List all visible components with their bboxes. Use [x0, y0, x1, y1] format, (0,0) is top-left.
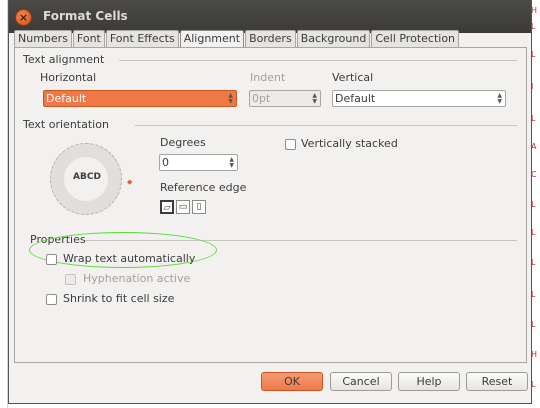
- indent-label: Indent: [250, 71, 286, 84]
- tab-cell-protection[interactable]: Cell Protection: [371, 30, 460, 47]
- spreadsheet-left-edge: [0, 0, 8, 408]
- shrink-to-fit-label: Shrink to fit cell size: [63, 292, 175, 305]
- help-button[interactable]: Help: [398, 372, 460, 391]
- shrink-to-fit-checkbox[interactable]: [46, 294, 57, 305]
- wrap-text-checkbox[interactable]: [46, 254, 57, 265]
- horizontal-value: Default: [46, 92, 87, 105]
- window-title: Format Cells: [43, 9, 128, 23]
- close-icon: ×: [18, 11, 29, 24]
- text-orientation-heading: Text orientation: [23, 118, 109, 131]
- tab-numbers[interactable]: Numbers: [14, 30, 72, 47]
- wrap-text-label: Wrap text automatically: [63, 252, 196, 265]
- tab-font-effects[interactable]: Font Effects: [105, 30, 179, 47]
- tab-alignment[interactable]: Alignment: [179, 30, 245, 48]
- spin-arrows-icon: ▲ ▼: [228, 92, 233, 105]
- hyphenation-checkbox[interactable]: [65, 274, 76, 285]
- tab-font[interactable]: Font: [72, 30, 105, 47]
- section-divider: [135, 125, 517, 126]
- spin-arrows-icon: ▲ ▼: [312, 92, 317, 105]
- horizontal-select[interactable]: Default ▲ ▼: [43, 90, 237, 107]
- ok-button[interactable]: OK: [261, 372, 323, 391]
- degrees-value: 0: [162, 156, 169, 169]
- degrees-label: Degrees: [160, 136, 206, 149]
- edge-bottom-icon: ▱: [163, 203, 171, 213]
- reset-button[interactable]: Reset: [466, 372, 528, 391]
- tab-borders[interactable]: Borders: [245, 30, 296, 47]
- hyphenation-label: Hyphenation active: [83, 272, 191, 285]
- cancel-button[interactable]: Cancel: [330, 372, 392, 391]
- vertical-select[interactable]: Default ▲ ▼: [332, 90, 506, 107]
- vertically-stacked-checkbox[interactable]: [285, 139, 296, 150]
- indent-spinbox[interactable]: 0pt ▲ ▼: [249, 90, 321, 107]
- vertical-label: Vertical: [332, 71, 374, 84]
- vertical-value: Default: [335, 92, 376, 105]
- dial-handle-icon[interactable]: ◆: [127, 178, 132, 186]
- reference-edge-label: Reference edge: [160, 181, 247, 194]
- orientation-dial[interactable]: ABCD: [50, 143, 122, 215]
- title-bar: × Format Cells: [9, 0, 531, 33]
- reference-edge-top-button[interactable]: ▭: [176, 200, 190, 214]
- dial-text: ABCD: [73, 172, 101, 182]
- format-cells-dialog: × Format Cells Numbers Font Font Effects…: [8, 0, 532, 404]
- indent-value: 0pt: [252, 92, 271, 105]
- section-divider: [119, 60, 517, 61]
- text-alignment-heading: Text alignment: [23, 53, 105, 66]
- edge-top-icon: ▭: [178, 202, 188, 212]
- tab-background[interactable]: Background: [296, 30, 371, 47]
- horizontal-label: Horizontal: [40, 71, 97, 84]
- spin-arrows-icon: ▲ ▼: [229, 156, 234, 169]
- spin-arrows-icon: ▲ ▼: [497, 92, 502, 105]
- degrees-spinbox[interactable]: 0 ▲ ▼: [159, 154, 238, 171]
- close-button[interactable]: ×: [15, 9, 32, 26]
- edge-inside-icon: ▯: [196, 202, 202, 212]
- reference-edge-inside-button[interactable]: ▯: [192, 200, 206, 214]
- reference-edge-bottom-button[interactable]: ▱: [160, 200, 174, 214]
- vertically-stacked-label: Vertically stacked: [301, 137, 398, 150]
- tab-bar: Numbers Font Font Effects Alignment Bord…: [14, 30, 460, 48]
